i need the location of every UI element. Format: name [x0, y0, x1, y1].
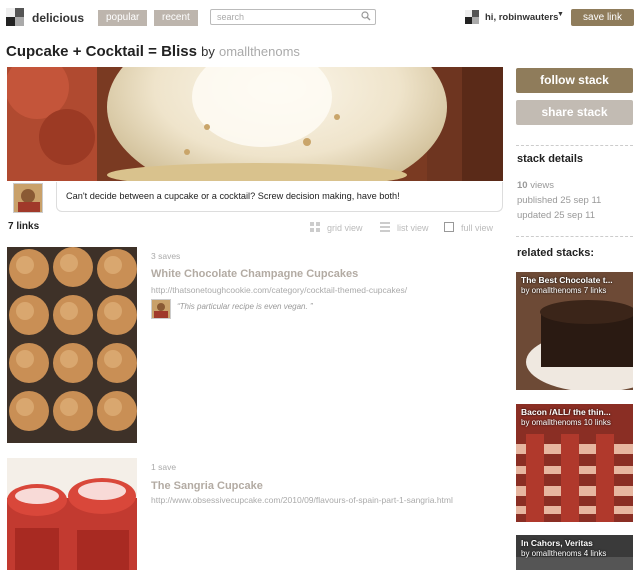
- by-label: by: [201, 44, 215, 59]
- page-title: Cupcake + Cocktail = Bliss by omalltheno…: [6, 43, 300, 60]
- brand-name[interactable]: delicious: [32, 11, 84, 25]
- list-icon: [380, 222, 390, 232]
- link-title[interactable]: White Chocolate Champagne Cupcakes: [151, 268, 358, 280]
- related-stack-card[interactable]: Bacon /ALL/ the thin... by omallthenoms …: [516, 404, 633, 522]
- related-stack-card[interactable]: The Best Chocolate t... by omallthenoms …: [516, 272, 633, 390]
- stack-author-link[interactable]: omallthenoms: [219, 44, 300, 59]
- tab-recent[interactable]: recent: [154, 10, 198, 26]
- share-stack-button[interactable]: share stack: [516, 100, 633, 125]
- link-url[interactable]: http://thatsonetoughcookie.com/category/…: [151, 285, 407, 295]
- stack-author-avatar[interactable]: [13, 183, 43, 213]
- stack-title: Cupcake + Cocktail = Bliss: [6, 43, 197, 60]
- grid-icon: [310, 222, 320, 232]
- grid-view-label: grid view: [327, 223, 363, 233]
- related-stack-byline: by omallthenoms 10 links: [521, 418, 611, 427]
- link-thumbnail[interactable]: [7, 247, 137, 443]
- stack-hero-image: [7, 67, 503, 181]
- divider: [516, 145, 633, 146]
- list-view-toggle[interactable]: list view: [380, 222, 429, 233]
- user-avatar-icon: [465, 10, 479, 24]
- stack-description: Can't decide between a cupcake or a cock…: [56, 182, 503, 212]
- related-stacks-heading: related stacks:: [517, 247, 595, 259]
- related-stack-card[interactable]: In Cahors, Veritas by omallthenoms 4 lin…: [516, 535, 633, 570]
- link-saves-count: 1 save: [151, 462, 177, 472]
- commenter-avatar[interactable]: [151, 299, 171, 319]
- search-placeholder: search: [217, 12, 245, 22]
- delicious-logo-icon[interactable]: [6, 8, 24, 26]
- search-input[interactable]: search: [210, 9, 376, 25]
- related-stack-byline: by omallthenoms 7 links: [521, 286, 607, 295]
- link-saves-count: 3 saves: [151, 251, 181, 261]
- related-stack-title[interactable]: The Best Chocolate t...: [521, 275, 631, 285]
- user-greeting[interactable]: hi, robinwauters: [485, 12, 558, 23]
- related-stack-title[interactable]: Bacon /ALL/ the thin...: [521, 407, 631, 417]
- related-stack-title[interactable]: In Cahors, Veritas: [521, 538, 631, 548]
- stack-details-heading: stack details: [517, 153, 584, 165]
- views-count: 10: [517, 180, 528, 191]
- link-thumbnail[interactable]: [7, 458, 137, 570]
- views-stat: 10 views: [517, 180, 554, 191]
- list-view-label: list view: [397, 223, 429, 233]
- full-view-toggle[interactable]: full view: [444, 222, 493, 233]
- tab-popular[interactable]: popular: [98, 10, 148, 26]
- link-url[interactable]: http://www.obsessivecupcake.com/2010/09/…: [151, 495, 453, 505]
- link-comment: “This particular recipe is even vegan. ”: [177, 302, 313, 311]
- updated-date: updated 25 sep 11: [517, 210, 596, 221]
- full-view-icon: [444, 222, 454, 232]
- search-icon[interactable]: [361, 11, 371, 21]
- link-title[interactable]: The Sangria Cupcake: [151, 480, 263, 492]
- related-stack-byline: by omallthenoms 4 links: [521, 549, 607, 558]
- views-label: views: [530, 180, 554, 191]
- link-count: 7 links: [8, 221, 40, 232]
- save-link-button[interactable]: save link: [571, 9, 634, 26]
- full-view-label: full view: [461, 223, 494, 233]
- published-date: published 25 sep 11: [517, 195, 602, 206]
- divider: [516, 236, 633, 237]
- chevron-down-icon[interactable]: ▼: [557, 11, 564, 18]
- follow-stack-button[interactable]: follow stack: [516, 68, 633, 93]
- grid-view-toggle[interactable]: grid view: [310, 222, 363, 233]
